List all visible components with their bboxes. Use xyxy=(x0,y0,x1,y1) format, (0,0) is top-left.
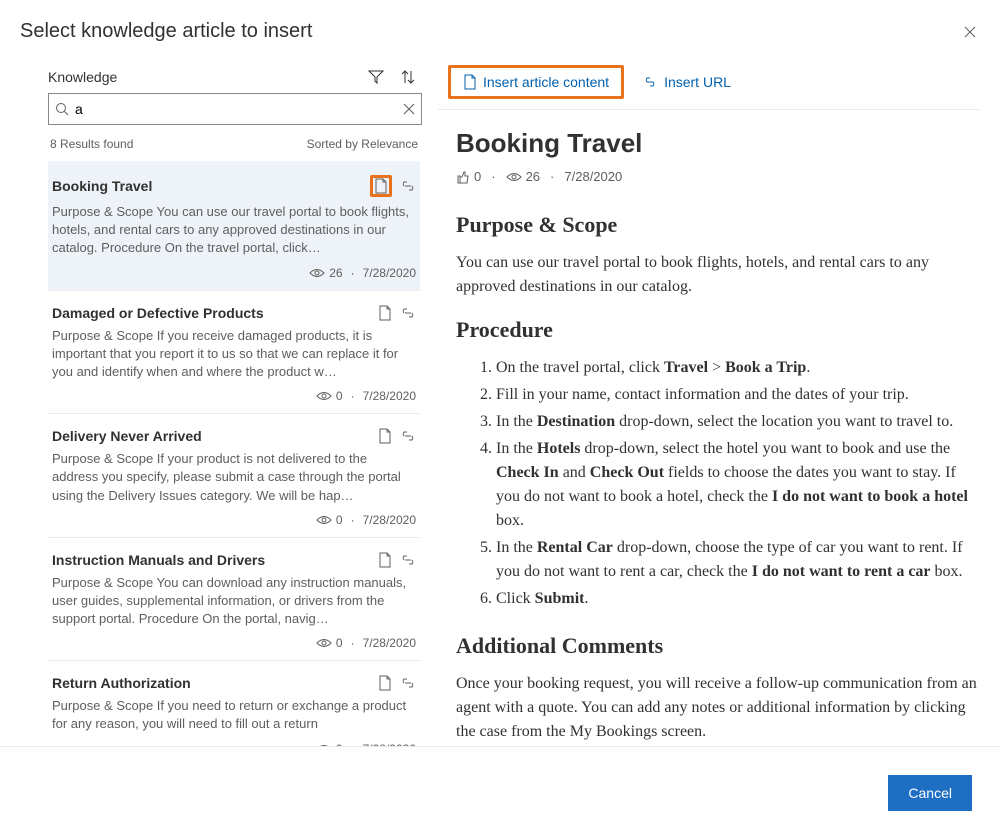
page-icon xyxy=(463,74,477,90)
result-meta: 0·7/28/2020 xyxy=(52,513,416,527)
article-title: Booking Travel xyxy=(456,128,980,159)
result-views: 26 xyxy=(309,266,342,280)
result-views: 0 xyxy=(316,389,343,403)
insert-link-icon-button[interactable] xyxy=(400,554,416,566)
result-views: 0 xyxy=(316,636,343,650)
result-description: Purpose & Scope If you receive damaged p… xyxy=(52,327,416,382)
knowledge-label: Knowledge xyxy=(48,69,117,85)
close-icon xyxy=(964,26,976,38)
procedure-steps: On the travel portal, click Travel > Boo… xyxy=(456,356,980,611)
result-views: 0 xyxy=(316,742,343,746)
eye-icon xyxy=(506,172,522,182)
filter-button[interactable] xyxy=(368,69,384,85)
insert-content-icon-button[interactable] xyxy=(378,428,392,444)
result-item[interactable]: Delivery Never Arrived Purpose & Scope If… xyxy=(48,414,420,538)
result-date: 7/28/2020 xyxy=(363,389,416,403)
search-box[interactable] xyxy=(48,93,422,125)
article-date: 7/28/2020 xyxy=(564,169,622,184)
result-date: 7/28/2020 xyxy=(363,266,416,280)
result-title: Return Authorization xyxy=(52,675,191,691)
result-meta: 0·7/28/2020 xyxy=(52,389,416,403)
sort-button[interactable] xyxy=(400,69,416,85)
heading-purpose: Purpose & Scope xyxy=(456,208,980,241)
insert-link-icon-button[interactable] xyxy=(400,430,416,442)
insert-url-button[interactable]: Insert URL xyxy=(636,70,737,94)
filter-icon xyxy=(368,69,384,85)
insert-content-icon-button[interactable] xyxy=(378,675,392,691)
sorted-by: Sorted by Relevance xyxy=(307,137,418,151)
result-date: 7/28/2020 xyxy=(363,636,416,650)
cancel-button[interactable]: Cancel xyxy=(888,775,972,811)
search-input[interactable] xyxy=(69,101,403,117)
paragraph-purpose: You can use our travel portal to book fl… xyxy=(456,251,980,299)
close-icon xyxy=(403,103,415,115)
article-views: 26 xyxy=(506,169,540,184)
insert-link-icon-button[interactable] xyxy=(400,180,416,192)
insert-link-icon-button[interactable] xyxy=(400,677,416,689)
insert-content-label: Insert article content xyxy=(483,74,609,90)
sort-icon xyxy=(400,69,416,85)
result-title: Delivery Never Arrived xyxy=(52,428,202,444)
result-description: Purpose & Scope If your product is not d… xyxy=(52,450,416,505)
insert-content-icon-button[interactable] xyxy=(378,305,392,321)
results-count: 8 Results found xyxy=(50,137,133,151)
result-title: Booking Travel xyxy=(52,178,152,194)
close-button[interactable] xyxy=(960,22,980,42)
dialog-title: Select knowledge article to insert xyxy=(20,20,312,43)
article-likes: 0 xyxy=(456,169,481,184)
thumbs-up-icon xyxy=(456,170,470,184)
result-meta: 0·7/28/2020 xyxy=(52,636,416,650)
result-title: Damaged or Defective Products xyxy=(52,305,264,321)
article-preview: Booking Travel 0 · 26 · 7/28/2020 Purpos… xyxy=(438,110,980,746)
result-description: Purpose & Scope If you need to return or… xyxy=(52,697,416,733)
result-item[interactable]: Booking Travel Purpose & Scope You can us… xyxy=(48,161,420,291)
result-description: Purpose & Scope You can use our travel p… xyxy=(52,203,416,258)
result-item[interactable]: Instruction Manuals and Drivers Purpose &… xyxy=(48,538,420,662)
result-title: Instruction Manuals and Drivers xyxy=(52,552,265,568)
result-item[interactable]: Return Authorization Purpose & Scope If y… xyxy=(48,661,420,746)
insert-content-icon-button[interactable] xyxy=(370,175,392,197)
insert-content-icon-button[interactable] xyxy=(378,552,392,568)
result-date: 7/28/2020 xyxy=(363,742,416,746)
result-meta: 26·7/28/2020 xyxy=(52,266,416,280)
result-views: 0 xyxy=(316,513,343,527)
clear-search-button[interactable] xyxy=(403,103,415,115)
insert-link-icon-button[interactable] xyxy=(400,307,416,319)
result-description: Purpose & Scope You can download any ins… xyxy=(52,574,416,629)
paragraph-comments: Once your booking request, you will rece… xyxy=(456,672,980,744)
heading-comments: Additional Comments xyxy=(456,629,980,662)
link-icon xyxy=(642,75,658,89)
heading-procedure: Procedure xyxy=(456,313,980,346)
search-icon xyxy=(55,102,69,116)
insert-article-content-button[interactable]: Insert article content xyxy=(457,70,615,94)
result-meta: 0·7/28/2020 xyxy=(52,742,416,746)
results-list[interactable]: Booking Travel Purpose & Scope You can us… xyxy=(48,161,422,746)
result-date: 7/28/2020 xyxy=(363,513,416,527)
result-item[interactable]: Damaged or Defective Products Purpose & S… xyxy=(48,291,420,415)
insert-url-label: Insert URL xyxy=(664,74,731,90)
